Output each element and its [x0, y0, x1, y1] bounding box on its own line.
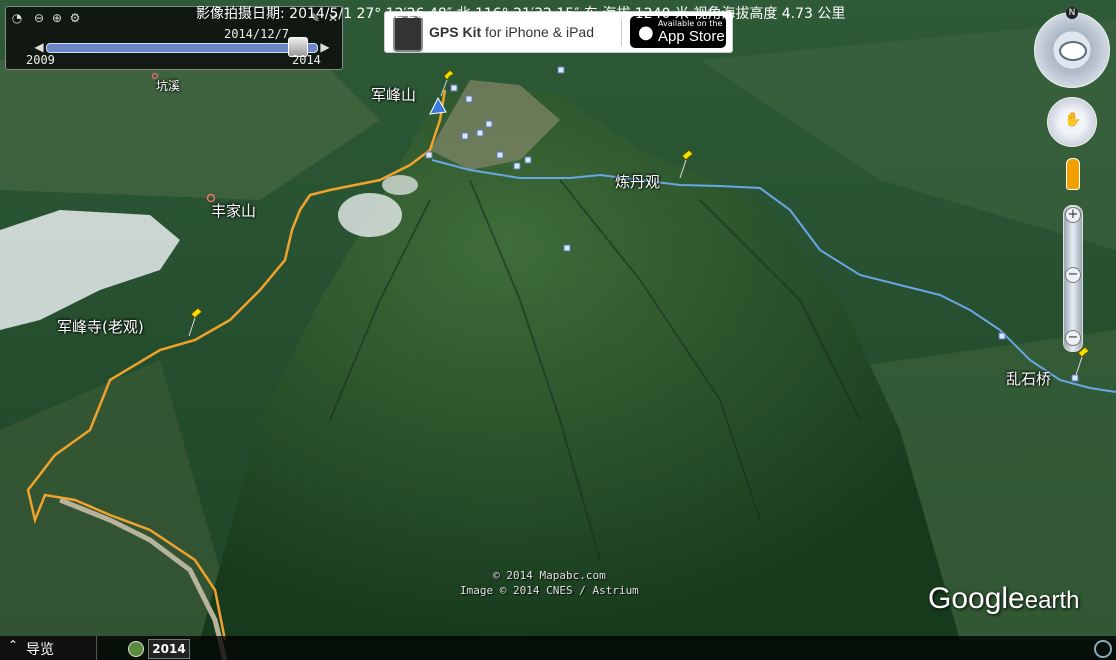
street-view-pegman-icon[interactable] [1066, 158, 1080, 190]
google-earth-logo: Googleearth [928, 582, 1079, 616]
imagery-copyright: © 2014 Mapabc.com Image © 2014 CNES / As… [460, 568, 639, 598]
look-navigation-ring[interactable]: N [1034, 7, 1110, 88]
satellite-map[interactable] [0, 0, 1116, 660]
settings-icon[interactable]: ⚙ [68, 11, 82, 25]
north-label[interactable]: N [1066, 7, 1078, 19]
zoom-in-icon[interactable]: ⊕ [50, 11, 64, 25]
zoom-slider-thumb[interactable]: − [1065, 267, 1081, 283]
slider-date: 2014/12/7 [224, 27, 290, 41]
imagery-year-badge[interactable]: 2014 [148, 639, 190, 659]
place-label-fengjiashan[interactable]: 丰家山 [211, 200, 256, 221]
expand-icon: ⌃ [8, 638, 19, 652]
time-slider-track[interactable] [46, 43, 318, 53]
logo-earth: earth [1024, 587, 1080, 614]
place-label-liandanguan[interactable]: 炼丹观 [615, 171, 660, 192]
move-navigation-ring[interactable]: ✋ [1047, 97, 1097, 147]
status-info: 影像拍摄日期: 2014/5/1 27° 12′26.48″ 北 116° 21… [196, 6, 846, 22]
clock-icon[interactable]: ◔ [10, 11, 24, 25]
app-store-big: App Store [658, 28, 725, 45]
place-label-luanshiqiao[interactable]: 乱石桥 [1006, 368, 1051, 389]
apple-icon: ● [638, 22, 654, 43]
place-label-junfengsi[interactable]: 军峰寺(老观) [57, 316, 144, 337]
ad-title: GPS Kit for iPhone & iPad [429, 24, 594, 40]
slider-start-year: 2009 [26, 53, 55, 67]
place-label-junfengshan[interactable]: 军峰山 [371, 84, 416, 105]
history-clock-icon[interactable] [128, 641, 144, 657]
copyright-line-1: © 2014 Mapabc.com [493, 569, 606, 582]
zoom-in-button[interactable]: + [1065, 207, 1081, 223]
copyright-line-2: Image © 2014 CNES / Astrium [460, 584, 639, 597]
zoom-out-icon[interactable]: ⊖ [32, 11, 46, 25]
loading-indicator-icon [1094, 640, 1112, 658]
eye-icon[interactable] [1059, 41, 1087, 61]
navigation-label: 导览 [26, 642, 54, 658]
place-label-kangxi[interactable]: 坑溪 [156, 77, 180, 94]
step-back-icon[interactable]: ◀ [32, 40, 46, 54]
step-forward-icon[interactable]: ▶ [318, 40, 332, 54]
navigation-toggle[interactable]: ⌃ 导览 [0, 636, 97, 660]
zoom-out-button[interactable]: − [1065, 330, 1081, 346]
slider-end-year: 2014 [292, 53, 321, 67]
logo-google: Google [928, 582, 1025, 615]
hand-icon: ✋ [1064, 112, 1082, 128]
